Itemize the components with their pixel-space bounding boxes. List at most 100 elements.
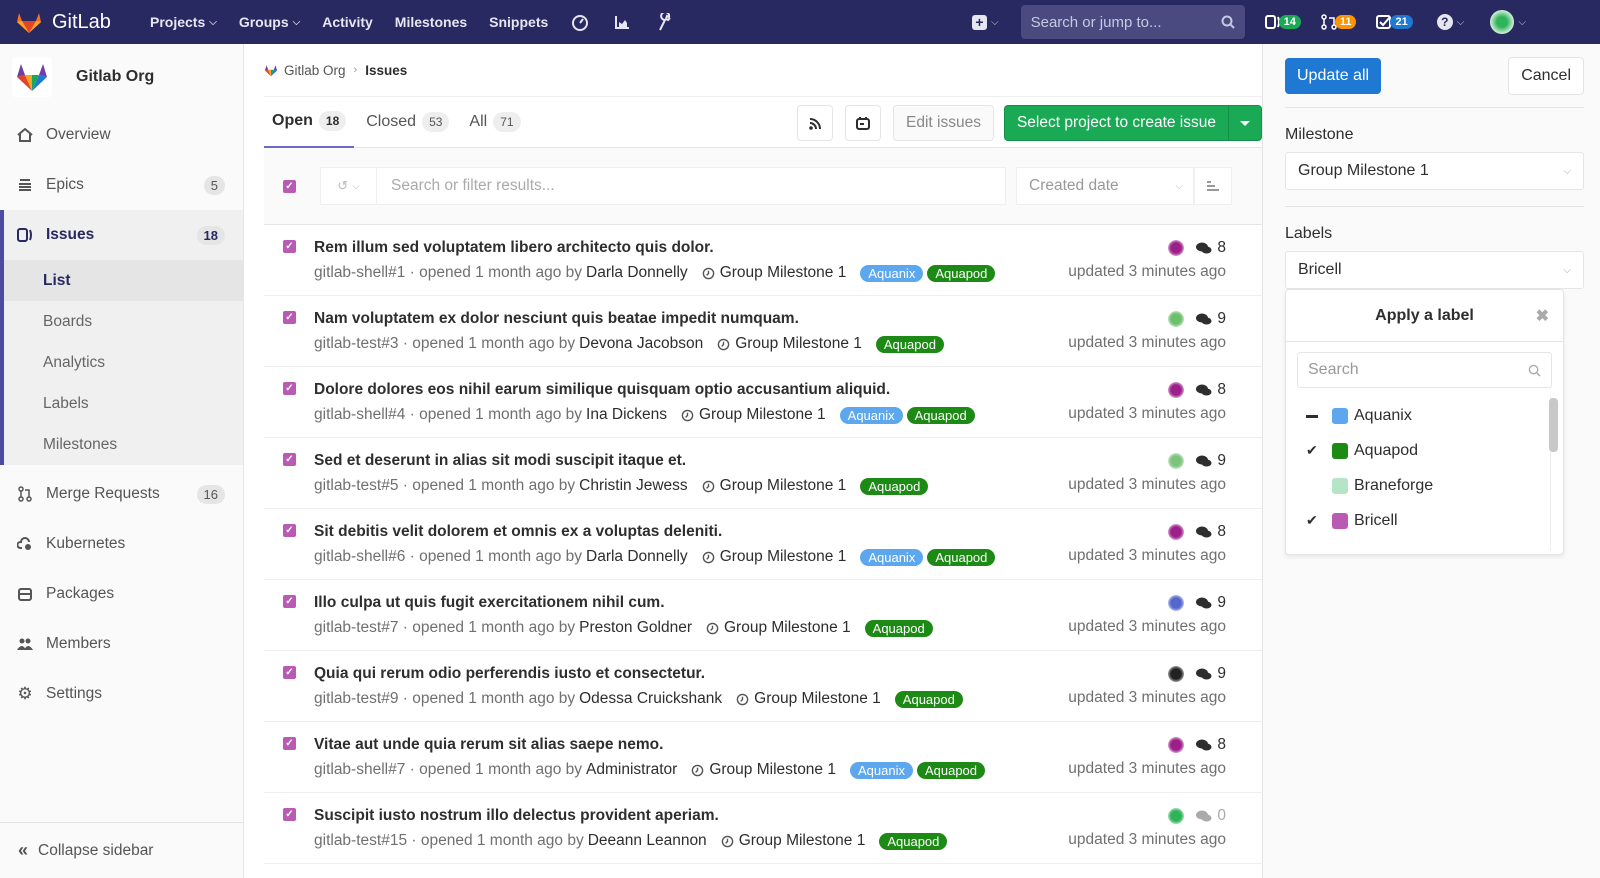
assignee-avatar[interactable] (1168, 737, 1185, 753)
assignee-avatar[interactable] (1168, 240, 1185, 256)
label-badge[interactable]: Aquapod (916, 761, 986, 779)
sort-dropdown[interactable]: Created date ⌵ (1016, 167, 1194, 205)
issue-milestone-link[interactable]: Group Milestone 1 (702, 264, 846, 282)
issue-author-link[interactable]: Administrator (586, 761, 677, 779)
label-badge[interactable]: Aquapod (927, 264, 996, 282)
issue-title-link[interactable]: Vitae aut unde quia rerum sit alias saep… (314, 736, 663, 754)
label-badge[interactable]: Aquanix (860, 548, 924, 566)
sidebar-subitem-milestones[interactable]: Milestones (4, 424, 243, 465)
issue-author-link[interactable]: Darla Donnelly (586, 264, 688, 282)
issues-counter[interactable]: 14 (1264, 14, 1301, 30)
comments-link[interactable]: 8 (1196, 381, 1226, 399)
nav-activity[interactable]: Activity (322, 14, 373, 30)
issue-title-link[interactable]: Rem illum sed voluptatem libero architec… (314, 239, 714, 257)
comments-link[interactable]: 9 (1196, 310, 1226, 328)
issue-milestone-link[interactable]: Group Milestone 1 (702, 477, 846, 495)
assignee-avatar[interactable] (1168, 595, 1185, 611)
assignee-avatar[interactable] (1168, 524, 1185, 540)
sidebar-item-packages[interactable]: Packages (0, 569, 243, 619)
sort-direction-button[interactable] (1194, 167, 1232, 205)
label-badge[interactable]: Aquapod (894, 690, 963, 708)
issue-milestone-link[interactable]: Group Milestone 1 (681, 406, 826, 424)
issue-milestone-link[interactable]: Group Milestone 1 (702, 548, 846, 566)
issue-title-link[interactable]: Quia qui rerum odio perferendis iusto et… (314, 665, 705, 683)
sidebar-item-members[interactable]: Members (0, 619, 243, 669)
sidebar-item-merge-requests[interactable]: Merge Requests 16 (0, 469, 243, 519)
issue-title-link[interactable]: Sit debitis velit dolorem et omnis ex a … (314, 523, 722, 541)
issue-checkbox[interactable]: ✓ (283, 595, 296, 608)
new-item-dropdown[interactable]: + ⌵ (972, 14, 999, 30)
global-search-input[interactable]: Search or jump to... (1020, 5, 1245, 39)
labels-select[interactable]: Bricell ⌵ (1285, 251, 1584, 289)
issue-author-link[interactable]: Odessa Cruickshank (579, 690, 722, 708)
label-badge[interactable]: Aquapod (864, 619, 933, 637)
todos-counter[interactable]: 21 (1376, 14, 1413, 30)
issue-checkbox[interactable]: ✓ (283, 808, 296, 821)
filter-search-input[interactable]: Search or filter results... (391, 177, 555, 195)
issue-checkbox[interactable]: ✓ (283, 311, 296, 324)
issue-title-link[interactable]: Sed et deserunt in alias sit modi suscip… (314, 452, 686, 470)
assignee-avatar[interactable] (1168, 453, 1185, 469)
label-badge[interactable]: Aquapod (860, 477, 929, 495)
issue-title-link[interactable]: Illo culpa ut quis fugit exercitationem … (314, 594, 665, 612)
comments-link[interactable]: 8 (1196, 523, 1226, 541)
sidebar-subitem-boards[interactable]: Boards (4, 301, 243, 342)
nav-projects[interactable]: Projects ⌵ (150, 14, 217, 30)
group-header[interactable]: Gitlab Org (0, 44, 243, 110)
comments-link[interactable]: 8 (1196, 736, 1226, 754)
recent-searches-dropdown[interactable]: ↺ ⌵ (321, 168, 377, 204)
issue-title-link[interactable]: Suscipit iusto nostrum illo delectus pro… (314, 807, 719, 825)
cancel-button[interactable]: Cancel (1508, 56, 1584, 95)
issue-checkbox[interactable]: ✓ (283, 524, 296, 537)
assignee-avatar[interactable] (1168, 382, 1185, 398)
sidebar-subitem-labels[interactable]: Labels (4, 383, 243, 424)
issue-checkbox[interactable]: ✓ (283, 666, 296, 679)
dashboard-icon[interactable] (570, 12, 590, 32)
nav-groups[interactable]: Groups ⌵ (239, 14, 300, 30)
label-badge[interactable]: Aquapod (879, 832, 948, 850)
comments-link[interactable]: 9 (1196, 594, 1226, 612)
issue-author-link[interactable]: Ina Dickens (586, 406, 667, 424)
issue-title-link[interactable]: Dolore dolores eos nihil earum similique… (314, 381, 890, 399)
milestone-select[interactable]: Group Milestone 1 ⌵ (1285, 152, 1584, 190)
issue-author-link[interactable]: Preston Goldner (579, 619, 692, 637)
user-menu[interactable]: ⌵ (1490, 10, 1526, 34)
label-option-braneforge[interactable]: Braneforge (1286, 468, 1563, 503)
wrench-icon[interactable] (654, 12, 674, 32)
label-option-aquanix[interactable]: Aquanix (1286, 398, 1563, 433)
issue-author-link[interactable]: Devona Jacobson (579, 335, 703, 353)
issue-title-link[interactable]: Nam voluptatem ex dolor nesciunt quis be… (314, 310, 799, 328)
assignee-avatar[interactable] (1168, 666, 1185, 682)
label-search-input[interactable]: Search (1297, 352, 1552, 388)
collapse-sidebar-button[interactable]: « Collapse sidebar (0, 822, 243, 878)
comments-link[interactable]: 8 (1196, 239, 1226, 257)
create-issue-dropdown-toggle[interactable] (1229, 120, 1261, 126)
issue-author-link[interactable]: Deeann Leannon (588, 832, 707, 850)
label-badge[interactable]: Aquanix (860, 264, 924, 282)
issue-checkbox[interactable]: ✓ (283, 240, 296, 253)
close-icon[interactable]: ✖ (1536, 306, 1549, 326)
comments-link[interactable]: 0 (1196, 807, 1226, 825)
issue-milestone-link[interactable]: Group Milestone 1 (706, 619, 851, 637)
help-dropdown[interactable]: ? ⌵ (1436, 14, 1464, 30)
issue-milestone-link[interactable]: Group Milestone 1 (717, 335, 862, 353)
rss-feed-button[interactable] (797, 105, 834, 141)
comments-link[interactable]: 9 (1196, 452, 1226, 470)
label-badge[interactable]: Aquanix (839, 406, 903, 424)
breadcrumb-group-link[interactable]: Gitlab Org (284, 63, 346, 78)
assignee-avatar[interactable] (1168, 311, 1185, 327)
sidebar-item-overview[interactable]: Overview (0, 110, 243, 160)
label-badge[interactable]: Aquanix (849, 761, 913, 779)
sidebar-item-settings[interactable]: ⚙ Settings (0, 669, 243, 719)
issue-milestone-link[interactable]: Group Milestone 1 (736, 690, 881, 708)
issue-checkbox[interactable]: ✓ (283, 737, 296, 750)
update-all-button[interactable]: Update all (1285, 57, 1382, 94)
chart-icon[interactable] (612, 12, 632, 32)
sidebar-item-issues[interactable]: Issues 18 (4, 210, 243, 260)
label-option-bricell[interactable]: ✔ Bricell (1286, 503, 1563, 538)
issue-author-link[interactable]: Darla Donnelly (586, 548, 688, 566)
label-badge[interactable]: Aquapod (927, 548, 996, 566)
nav-snippets[interactable]: Snippets (489, 14, 548, 30)
merge-requests-counter[interactable]: 11 (1321, 14, 1357, 30)
create-issue-button[interactable]: Select project to create issue (1005, 106, 1229, 140)
